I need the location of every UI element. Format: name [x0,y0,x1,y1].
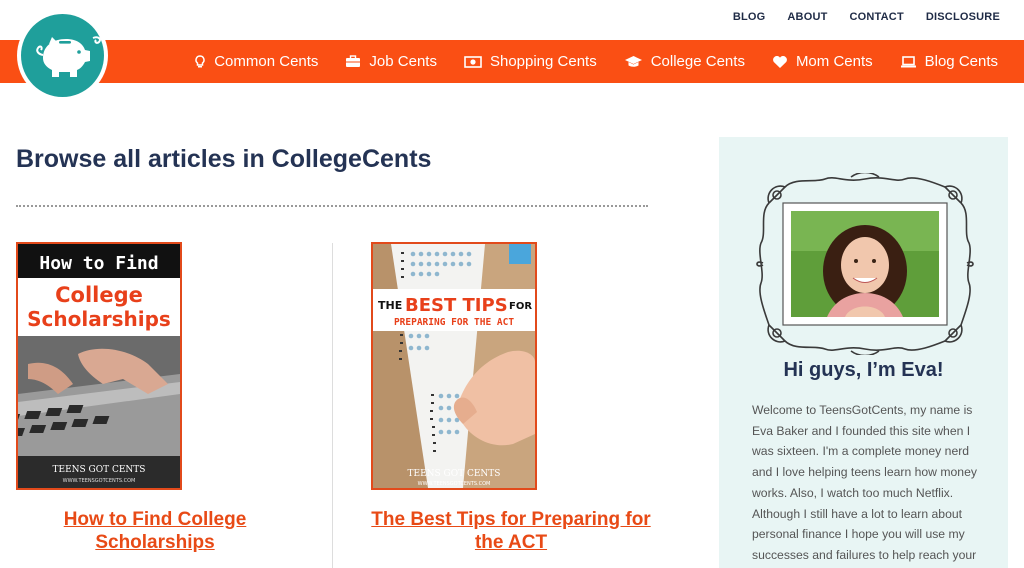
cover-url: WWW.TEENSGOTCENTS.COM [418,481,491,487]
nav-common-cents[interactable]: Common Cents [194,53,318,70]
nav-label: Blog Cents [924,53,998,70]
nav-mom-cents[interactable]: Mom Cents [772,53,873,70]
cover-the: THE [378,299,402,312]
page: BLOG ABOUT CONTACT DISCLOSURE Common Cen… [0,0,1024,568]
heart-icon [773,55,787,68]
column-divider [332,243,333,568]
top-link-contact[interactable]: CONTACT [850,11,904,23]
scholarships-cover-art: How to Find College Scholarships TEENS G… [18,244,180,488]
main-nav: Common Cents Job Cents Shopping Cents Co… [194,40,998,83]
top-link-blog[interactable]: BLOG [733,11,766,23]
author-photo-frame [756,173,974,355]
cover-for: FOR [509,301,532,312]
article-title-scholarships[interactable]: How to Find College Scholarships [5,508,305,554]
nav-label: Common Cents [214,53,319,70]
nav-label: Job Cents [369,53,437,70]
top-link-disclosure[interactable]: DISCLOSURE [926,11,1000,23]
piggy-bank-icon [36,36,102,77]
nav-shopping-cents[interactable]: Shopping Cents [464,53,597,70]
cover-url: WWW.TEENSGOTCENTS.COM [63,478,136,484]
sidebar-about: Hi guys, I’m Eva! Welcome to TeensGotCen… [719,137,1008,568]
cover-brand: TEENS GOT CENTS [408,469,501,479]
money-icon [464,55,482,68]
cover-best-tips: BEST TIPS [405,295,508,316]
sidebar-bio: Welcome to TeensGotCents, my name is Eva… [752,403,977,562]
graduation-cap-icon [624,56,642,67]
briefcase-icon [346,55,361,67]
act-tips-cover-art: THE BEST TIPS FOR PREPARING FOR THE ACT … [373,244,535,488]
site-logo[interactable] [17,10,108,101]
nav-label: Shopping Cents [489,53,597,70]
nav-blog-cents[interactable]: Blog Cents [900,53,998,70]
article-thumbnail-scholarships[interactable]: How to Find College Scholarships TEENS G… [16,242,182,490]
article-title-act-tips[interactable]: The Best Tips for Preparing for the ACT [361,508,661,554]
cover-line2: College [55,283,143,307]
cover-line1: How to Find [39,253,158,274]
nav-label: Mom Cents [795,53,873,70]
nav-job-cents[interactable]: Job Cents [345,53,437,70]
lightbulb-icon [195,54,205,67]
cover-line3: Scholarships [27,307,171,331]
dotted-divider [16,205,648,207]
page-title: Browse all articles in CollegeCents [16,145,432,173]
main-nav-bar: Common Cents Job Cents Shopping Cents Co… [0,40,1024,83]
top-link-about[interactable]: ABOUT [787,11,827,23]
cover-line2: PREPARING FOR THE ACT [394,317,514,328]
nav-college-cents[interactable]: College Cents [624,53,745,70]
cover-brand: TEENS GOT CENTS [53,465,146,475]
laptop-icon [900,55,916,67]
nav-label: College Cents [650,53,745,70]
sidebar-heading: Hi guys, I’m Eva! [783,359,944,381]
article-thumbnail-act-tips[interactable]: THE BEST TIPS FOR PREPARING FOR THE ACT … [371,242,537,490]
logo-circle [21,14,104,97]
top-links: BLOG ABOUT CONTACT DISCLOSURE [733,11,1000,23]
